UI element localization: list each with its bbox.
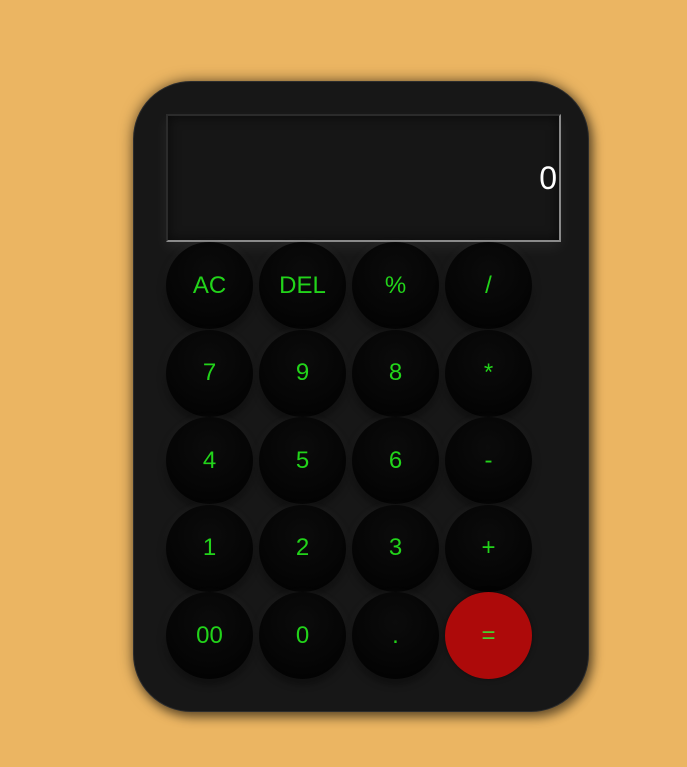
key-2[interactable]: 2: [259, 504, 346, 592]
calculator-body: 0 AC DEL % / 7 9 8 * 4 5 6 - 1 2 3 + 00 …: [133, 81, 589, 712]
key-subtract[interactable]: -: [445, 417, 532, 504]
keypad: AC DEL % / 7 9 8 * 4 5 6 - 1 2 3 + 00 0 …: [166, 242, 538, 680]
key-1[interactable]: 1: [166, 504, 253, 592]
key-delete[interactable]: DEL: [259, 242, 346, 329]
key-5[interactable]: 5: [259, 417, 346, 504]
key-8[interactable]: 8: [352, 329, 439, 417]
key-ac[interactable]: AC: [166, 242, 253, 329]
key-decimal[interactable]: .: [352, 592, 439, 679]
key-multiply[interactable]: *: [445, 329, 532, 417]
key-9[interactable]: 9: [259, 329, 346, 417]
key-7[interactable]: 7: [166, 329, 253, 417]
key-0[interactable]: 0: [259, 592, 346, 679]
key-equals[interactable]: =: [445, 592, 532, 679]
key-4[interactable]: 4: [166, 417, 253, 504]
key-add[interactable]: +: [445, 504, 532, 592]
key-3[interactable]: 3: [352, 504, 439, 592]
key-00[interactable]: 00: [166, 592, 253, 679]
key-6[interactable]: 6: [352, 417, 439, 504]
key-divide[interactable]: /: [445, 242, 532, 329]
key-percent[interactable]: %: [352, 242, 439, 329]
calculator-display: 0: [166, 114, 561, 242]
display-value: 0: [539, 159, 557, 196]
